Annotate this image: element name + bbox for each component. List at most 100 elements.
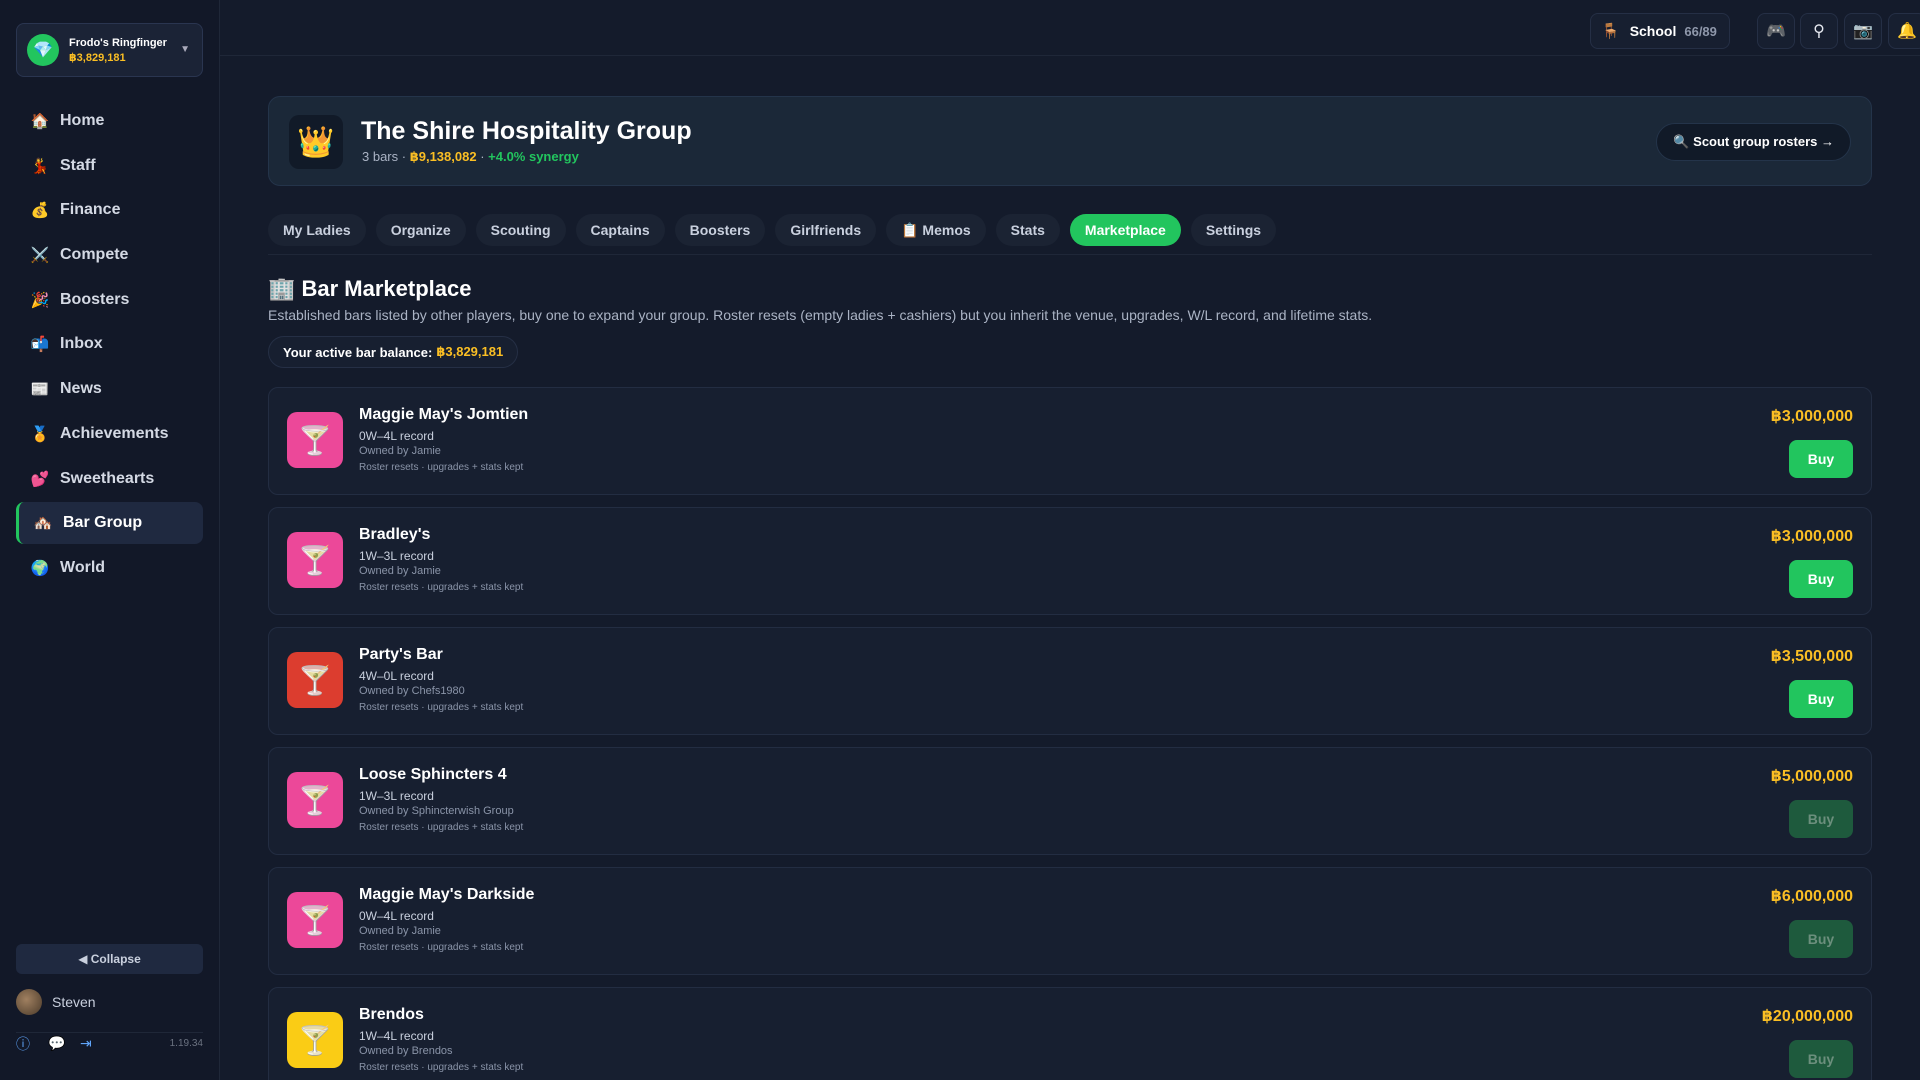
sidebar-item-inbox[interactable]: 📬 Inbox (16, 323, 203, 365)
listing-card: 🍸 Bradley's 1W–3L record Owned by Jamie Rost… (268, 507, 1872, 615)
compete-icon: ⚔️ (30, 247, 50, 265)
sidebar-item-sweethearts[interactable]: 💕 Sweethearts (16, 458, 203, 500)
listing-name: Brendos (359, 1006, 424, 1023)
group-value: ฿9,138,082 (409, 149, 477, 164)
buy-button[interactable]: Buy (1789, 440, 1853, 478)
search-icon[interactable]: ⚲ (1800, 13, 1838, 49)
listing-owner: Owned by Jamie (359, 925, 441, 937)
sidebar-item-label: News (60, 380, 102, 398)
tab-stats[interactable]: Stats (995, 214, 1060, 246)
gamepad-icon[interactable]: 🎮 (1757, 13, 1795, 49)
listing-note: Roster resets · upgrades + stats kept (359, 582, 524, 593)
sweethearts-icon: 💕 (30, 470, 50, 488)
listing-owner: Owned by Brendos (359, 1045, 453, 1057)
version-label: 1.19.34 (169, 1038, 203, 1049)
sidebar-item-label: Achievements (60, 424, 169, 442)
group-sep: · (476, 149, 489, 164)
tab-organize[interactable]: Organize (375, 214, 466, 246)
listing-owner: Owned by Chefs1980 (359, 685, 465, 697)
listing-price: ฿3,000,000 (1770, 528, 1853, 545)
sidebar-item-world[interactable]: 🌍 World (16, 547, 203, 589)
finance-icon: 💰 (30, 202, 50, 220)
tab-girlfriends[interactable]: Girlfriends (775, 214, 877, 246)
buy-button[interactable]: Buy (1789, 920, 1853, 958)
sidebar-item-news[interactable]: 📰 News (16, 368, 203, 410)
sidebar-item-label: Bar Group (63, 514, 143, 532)
bar-group-icon: 🏘️ (33, 515, 53, 533)
tab-captains[interactable]: Captains (575, 214, 665, 246)
listing-note: Roster resets · upgrades + stats kept (359, 1062, 524, 1073)
sidebar-item-bar-group[interactable]: 🏘️ Bar Group (16, 502, 203, 545)
cocktail-icon: 🍸 (287, 1012, 343, 1068)
sidebar-item-staff[interactable]: 💃 Staff (16, 145, 203, 187)
sidebar-item-label: Home (60, 112, 105, 129)
chair-icon: 🪑 (1601, 23, 1620, 40)
sidebar-item-home[interactable]: 🏠 Home (16, 100, 203, 142)
user-profile[interactable]: Steven (16, 987, 203, 1017)
tab-marketplace[interactable]: Marketplace (1069, 214, 1181, 246)
school-count: 66/89 (1684, 23, 1717, 39)
marketplace-title: 🏢 Bar Marketplace (268, 276, 472, 301)
sidebar-item-label: Finance (60, 201, 121, 219)
sidebar-item-boosters[interactable]: 🎉 Boosters (16, 279, 203, 321)
sidebar-item-compete[interactable]: ⚔️ Compete (16, 234, 203, 276)
balance-label: Your active bar balance: (283, 344, 433, 360)
chevron-down-icon: ▼ (180, 44, 190, 55)
listing-owner: Owned by Jamie (359, 445, 441, 457)
listing-owner: Owned by Sphincterwish Group (359, 805, 514, 817)
buy-button[interactable]: Buy (1789, 680, 1853, 718)
active-balance: Your active bar balance: ฿3,829,181 (268, 336, 519, 368)
tab-memos[interactable]: 📋 Memos (886, 214, 986, 246)
tab-scouting[interactable]: Scouting (475, 214, 566, 246)
listing-price: ฿20,000,000 (1761, 1008, 1853, 1025)
sidebar: 💎 Frodo's Ringfinger ฿3,829,181 ▼ 🏠 Home 💃… (0, 0, 220, 1080)
cocktail-icon: 🍸 (287, 532, 343, 588)
sidebar-item-finance[interactable]: 💰 Finance (16, 189, 203, 231)
buy-button[interactable]: Buy (1789, 560, 1853, 598)
listing-card: 🍸 Brendos 1W–4L record Owned by Brendos Rost… (268, 987, 1872, 1080)
group-title: The Shire Hospitality Group (361, 117, 692, 145)
camera-icon[interactable]: 📷 (1844, 13, 1882, 49)
crown-icon: 👑 (289, 115, 343, 169)
sidebar-item-achievements[interactable]: 🏅 Achievements (16, 413, 203, 455)
group-header: 👑 The Shire Hospitality Group 3 bars · ฿… (268, 96, 1872, 186)
listing-card: 🍸 Maggie May's Darkside 0W–4L record Owned … (268, 867, 1872, 975)
tab-settings[interactable]: Settings (1190, 214, 1277, 246)
news-icon: 📰 (30, 381, 50, 399)
help-icon[interactable]: ⓘ (16, 1034, 48, 1054)
listing-owner: Owned by Jamie (359, 565, 441, 577)
tab-my-ladies[interactable]: My Ladies (268, 214, 366, 246)
listing-record: 4W–0L record (359, 669, 434, 683)
bell-icon[interactable]: 🔔 (1888, 13, 1920, 49)
bar-switcher[interactable]: 💎 Frodo's Ringfinger ฿3,829,181 ▼ (16, 23, 203, 77)
listing-card: 🍸 Loose Sphincters 4 1W–3L record Owned by … (268, 747, 1872, 855)
sidebar-footer: ⓘ 💬 ⇥ 1.19.34 (16, 1032, 203, 1054)
listing-name: Loose Sphincters 4 (359, 766, 507, 783)
tab-boosters[interactable]: Boosters (674, 214, 766, 246)
listing-record: 1W–3L record (359, 549, 434, 563)
school-status[interactable]: 🪑 School 66/89 (1590, 13, 1730, 49)
listing-name: Party's Bar (359, 646, 443, 663)
group-tabs: My Ladies Organize Scouting Captains Booster… (268, 214, 1286, 246)
group-summary: 3 bars · ฿9,138,082 · +4.0% synergy (362, 149, 579, 165)
listing-price: ฿3,500,000 (1770, 648, 1853, 665)
logout-icon[interactable]: ⇥ (80, 1035, 112, 1052)
sidebar-item-label: Staff (60, 156, 96, 174)
buy-button[interactable]: Buy (1789, 1040, 1853, 1078)
listing-record: 0W–4L record (359, 909, 434, 923)
scout-rosters-button[interactable]: 🔍 Scout group rosters → (1656, 123, 1851, 161)
collapse-button[interactable]: ◀ Collapse (16, 944, 203, 974)
balance-value: ฿3,829,181 (436, 344, 504, 359)
listing-note: Roster resets · upgrades + stats kept (359, 942, 524, 953)
cocktail-icon: 🍸 (287, 772, 343, 828)
bar-balance: ฿3,829,181 (69, 51, 126, 64)
sidebar-nav: 🏠 Home 💃 Staff 💰 Finance ⚔️ Compete 🎉 Boosters 📬 In… (16, 100, 203, 592)
listing-card: 🍸 Party's Bar 4W–0L record Owned by Chefs19… (268, 627, 1872, 735)
inbox-icon: 📬 (30, 336, 50, 354)
listing-record: 0W–4L record (359, 429, 434, 443)
buy-button[interactable]: Buy (1789, 800, 1853, 838)
group-bars: 3 bars · (362, 149, 410, 164)
chat-icon[interactable]: 💬 (48, 1035, 80, 1052)
user-name: Steven (52, 994, 96, 1010)
sidebar-item-label: Compete (60, 246, 129, 264)
